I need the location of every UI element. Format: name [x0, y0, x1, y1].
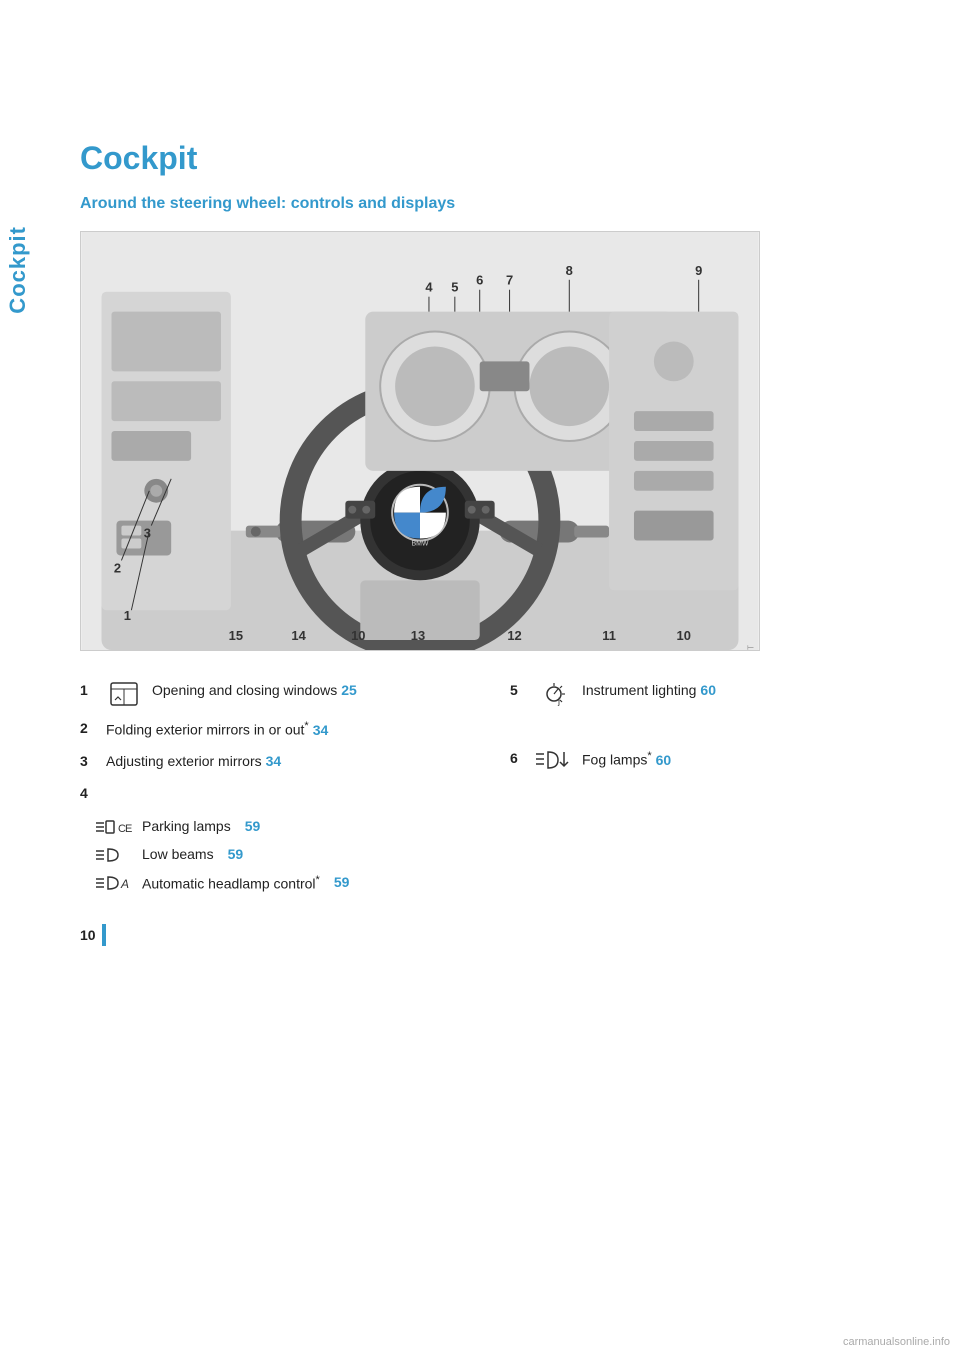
svg-text:BMW: BMW	[412, 541, 429, 548]
item-2-number: 2	[80, 719, 96, 739]
parking-lamps-icon: C E	[96, 818, 132, 836]
item-1-icon	[106, 681, 142, 707]
item-1-number: 1	[80, 681, 96, 701]
svg-text:6: 6	[476, 273, 483, 288]
item-3: 3 Adjusting exterior mirrors34	[80, 752, 470, 772]
item-5-icon: j	[536, 681, 572, 707]
item-6-ref: 60	[656, 752, 672, 768]
low-beams-icon	[96, 846, 132, 864]
item-1-ref: 25	[341, 682, 357, 698]
right-column: 5 j	[510, 681, 900, 894]
svg-text:12: 12	[507, 628, 521, 643]
svg-text:10: 10	[351, 628, 365, 643]
item-3-text: Adjusting exterior mirrors34	[106, 752, 470, 772]
side-tab-label: Cockpit	[5, 226, 31, 314]
item-5-ref: 60	[700, 682, 716, 698]
page-number: 10	[80, 927, 96, 943]
item-4: 4 C E	[80, 784, 470, 894]
auto-headlamp-text: Automatic headlamp control*	[142, 873, 320, 894]
item-3-ref: 34	[266, 753, 282, 769]
item-5-text: Instrument lighting60	[582, 681, 900, 701]
svg-text:8: 8	[566, 263, 573, 278]
item-6-number: 6	[510, 749, 526, 769]
item-6: 6 Fog lamps*60	[510, 749, 900, 771]
page-number-bar	[102, 924, 106, 946]
cockpit-svg: BMW	[81, 232, 759, 650]
item-4-subitems: C E Parking lamps 59	[96, 817, 349, 893]
svg-text:TC-COCKPIT: TC-COCKPIT	[746, 645, 755, 650]
svg-text:11: 11	[602, 628, 616, 643]
side-tab: Cockpit	[0, 160, 36, 380]
auto-headlamp-ref: 59	[334, 873, 350, 893]
svg-text:10: 10	[677, 628, 691, 643]
item-4-parking: C E Parking lamps 59	[96, 817, 349, 837]
svg-text:j: j	[557, 696, 560, 706]
svg-text:5: 5	[451, 280, 458, 295]
watermark: carmanualsonline.info	[843, 1336, 950, 1348]
item-6-icon	[536, 749, 572, 771]
page-number-container: 10	[80, 924, 900, 946]
item-1: 1 Opening and closing windows25	[80, 681, 470, 707]
low-beams-ref: 59	[228, 845, 244, 865]
parking-lamps-ref: 59	[245, 817, 261, 837]
svg-text:A: A	[120, 877, 129, 891]
cockpit-diagram: BMW	[80, 231, 760, 651]
item-5: 5 j	[510, 681, 900, 707]
main-content: Cockpit Around the steering wheel: contr…	[80, 0, 900, 946]
item-5-number: 5	[510, 681, 526, 701]
page-title: Cockpit	[80, 140, 900, 177]
svg-text:3: 3	[144, 526, 151, 541]
auto-headlamp-icon: A	[96, 874, 132, 892]
item-1-text: Opening and closing windows25	[152, 681, 470, 701]
item-2: 2 Folding exterior mirrors in or out*34	[80, 719, 470, 740]
svg-text:1: 1	[124, 608, 131, 623]
item-4-number: 4	[80, 784, 96, 804]
svg-text:E: E	[125, 823, 132, 835]
item-4-low-beams: Low beams 59	[96, 845, 349, 865]
section-heading: Around the steering wheel: controls and …	[80, 195, 900, 213]
left-column: 1 Opening and closing windows25 2	[80, 681, 470, 894]
item-4-auto-headlamp: A Automatic headlamp control* 59	[96, 873, 349, 894]
svg-text:7: 7	[506, 273, 513, 288]
parking-lamps-text: Parking lamps	[142, 817, 231, 837]
items-grid: 1 Opening and closing windows25 2	[80, 681, 900, 894]
item-3-number: 3	[80, 752, 96, 772]
svg-text:14: 14	[291, 628, 306, 643]
svg-text:13: 13	[411, 628, 425, 643]
item-2-ref: 34	[313, 722, 329, 738]
item-6-text: Fog lamps*60	[582, 749, 900, 770]
svg-text:15: 15	[229, 628, 243, 643]
item-2-text: Folding exterior mirrors in or out*34	[106, 719, 470, 740]
svg-text:2: 2	[114, 560, 121, 575]
low-beams-text: Low beams	[142, 845, 214, 865]
svg-text:4: 4	[425, 280, 433, 295]
svg-text:9: 9	[695, 263, 702, 278]
